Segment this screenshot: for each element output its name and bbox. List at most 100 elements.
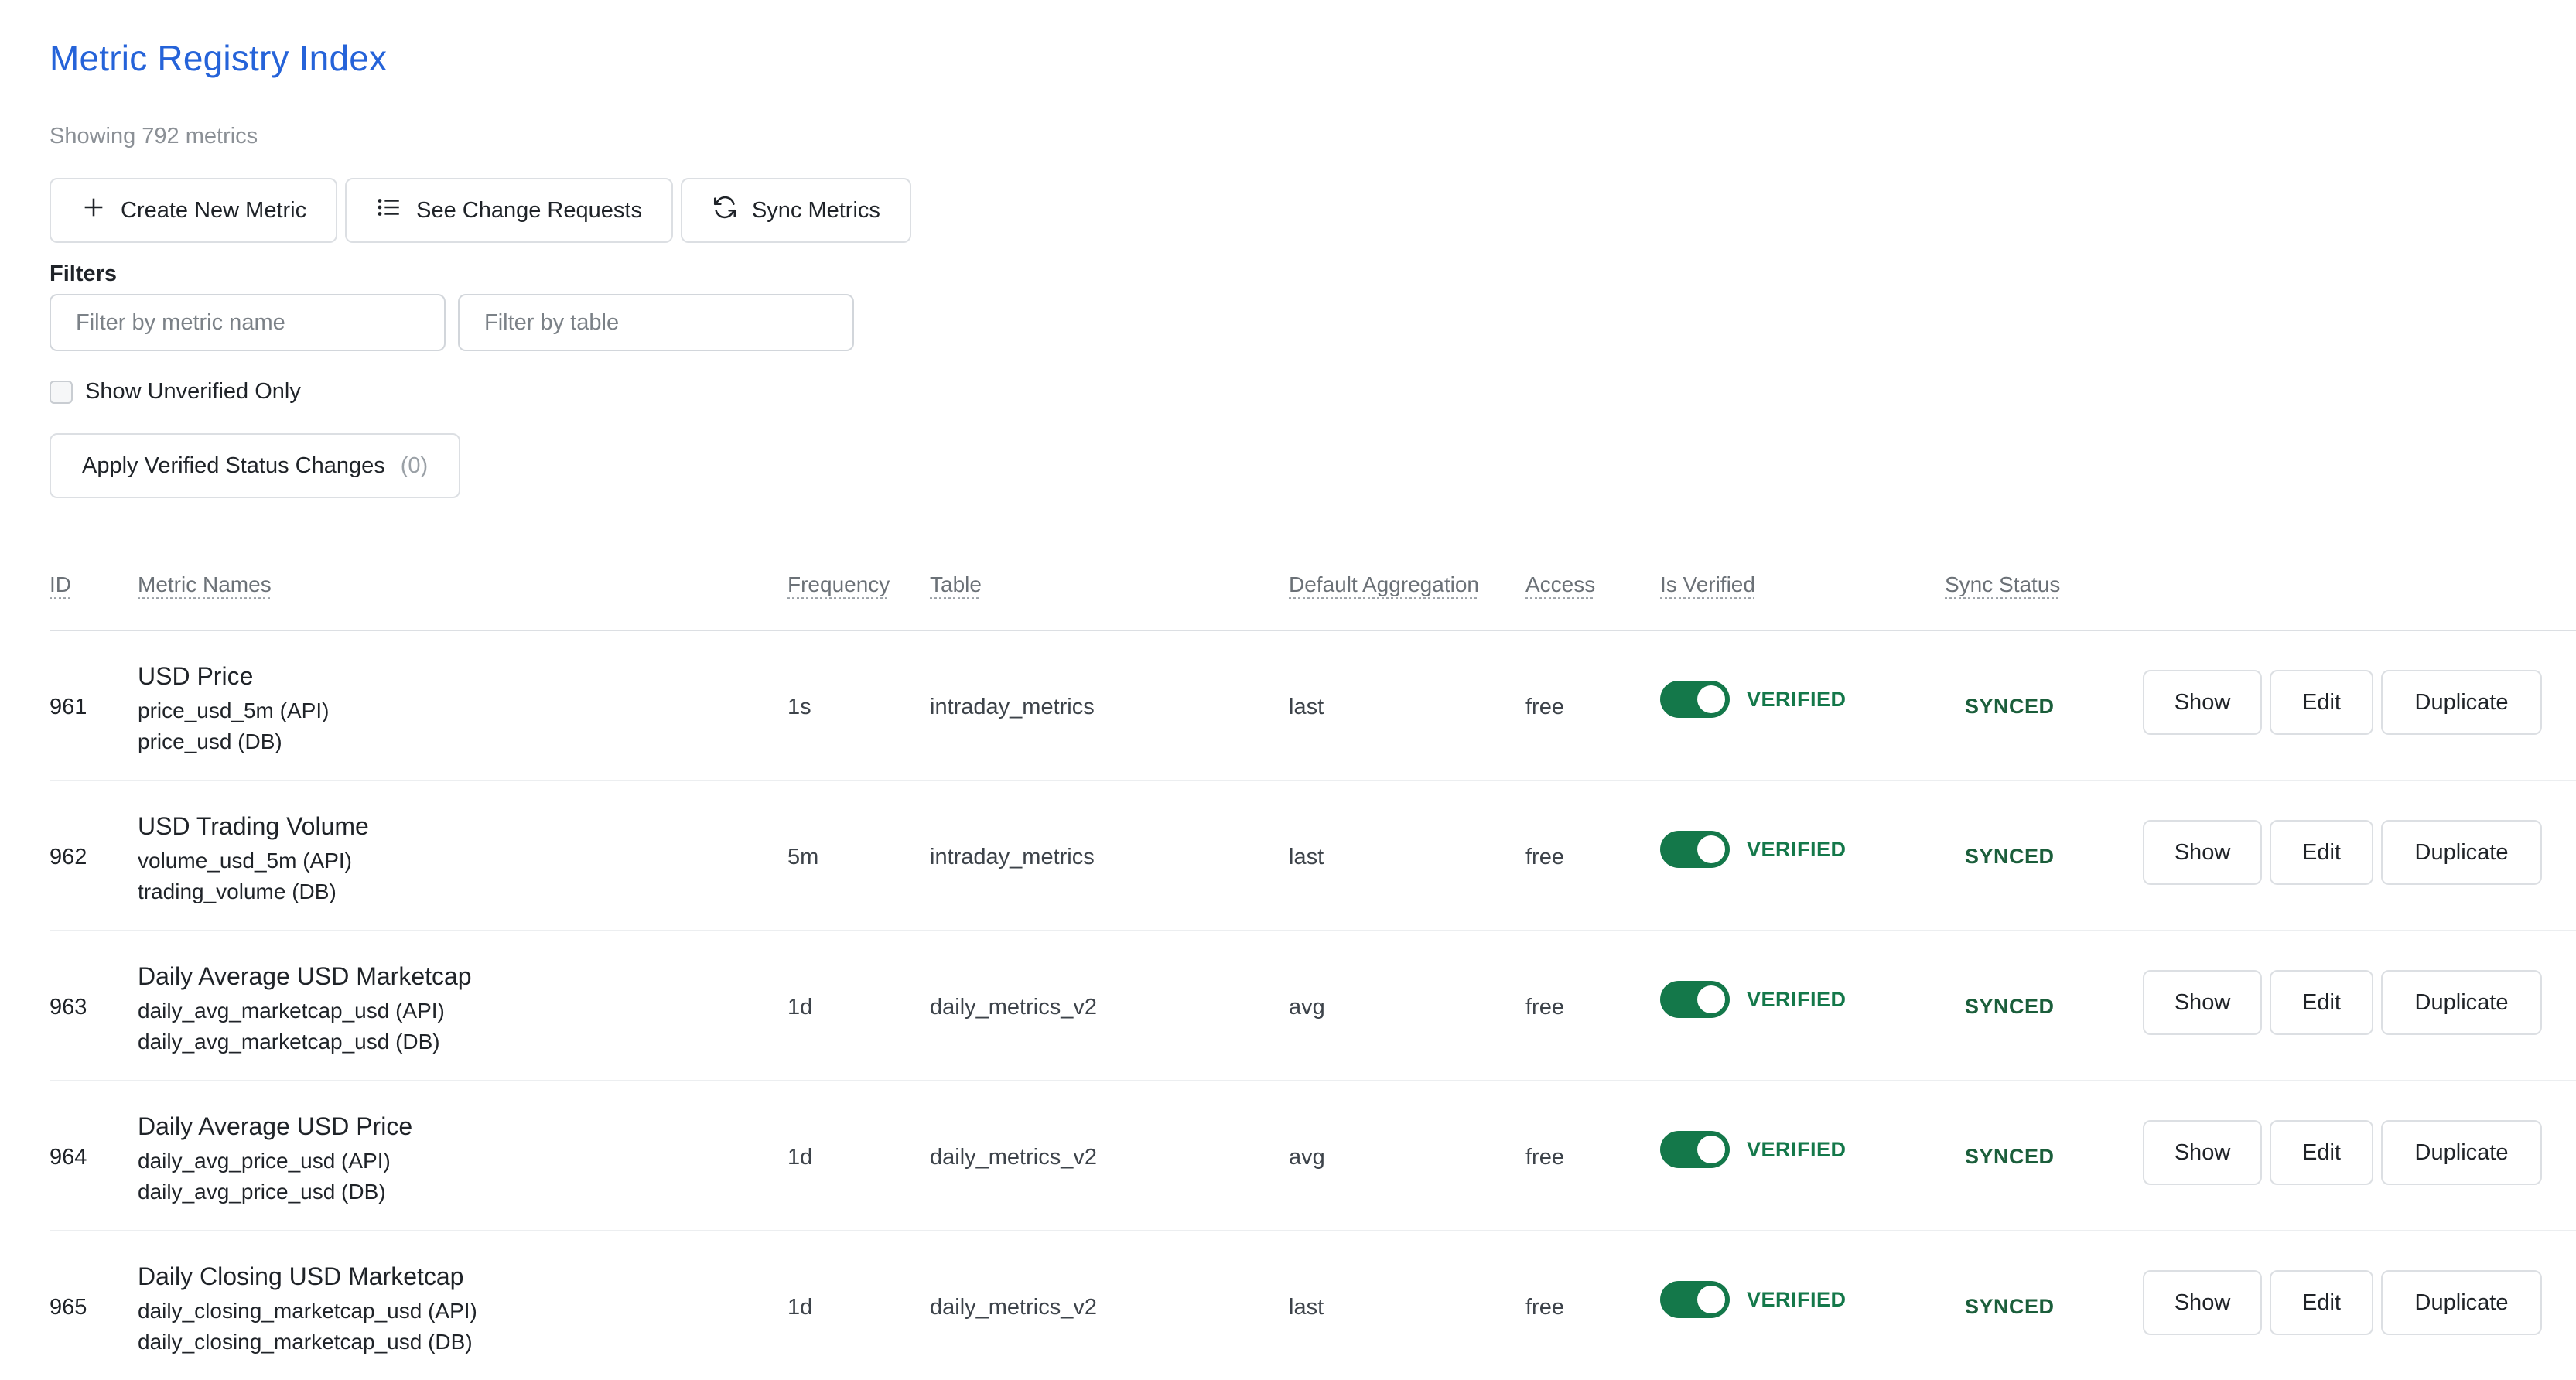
row-actions: Show Edit Duplicate (2143, 1120, 2542, 1185)
metric-table: daily_metrics_v2 (930, 1295, 1097, 1320)
table-filter-input[interactable] (458, 294, 854, 351)
verified-toggle[interactable] (1660, 981, 1730, 1018)
header-frequency[interactable]: Frequency (787, 572, 890, 597)
table-row: 962 USD Trading Volume volume_usd_5m (AP… (50, 780, 2576, 931)
metric-display-name: Daily Average USD Price (138, 1112, 413, 1140)
verified-label: VERIFIED (1747, 1137, 1847, 1161)
metric-id: 961 (50, 695, 87, 719)
metric-frequency: 1d (787, 1295, 813, 1320)
metric-display-name: USD Trading Volume (138, 812, 369, 840)
row-actions: Show Edit Duplicate (2143, 670, 2542, 735)
duplicate-button[interactable]: Duplicate (2381, 820, 2542, 885)
verified-toggle[interactable] (1660, 831, 1730, 868)
metric-api-name: price_usd_5m (API) (138, 699, 330, 722)
metric-access: free (1525, 695, 1564, 719)
table-header: ID Metric Names Frequency Table Default … (50, 572, 2576, 631)
duplicate-button[interactable]: Duplicate (2381, 1270, 2542, 1335)
metric-name-filter-input[interactable] (50, 294, 446, 351)
verified-toggle[interactable] (1660, 1131, 1730, 1168)
table-row: 963 Daily Average USD Marketcap daily_av… (50, 930, 2576, 1081)
metric-db-name: daily_avg_price_usd (DB) (138, 1180, 386, 1204)
verified-control: VERIFIED (1660, 981, 1847, 1018)
metric-access: free (1525, 845, 1564, 869)
header-id[interactable]: ID (50, 572, 71, 597)
duplicate-button[interactable]: Duplicate (2381, 670, 2542, 735)
create-metric-button[interactable]: Create New Metric (50, 178, 338, 243)
change-requests-button[interactable]: See Change Requests (345, 178, 673, 243)
apply-verified-changes-label: Apply Verified Status Changes (82, 453, 385, 478)
show-button[interactable]: Show (2143, 670, 2262, 735)
metric-api-name: daily_closing_marketcap_usd (API) (138, 1299, 477, 1323)
metric-names: Daily Average USD Price daily_avg_price_… (138, 1112, 412, 1208)
verified-toggle[interactable] (1660, 681, 1730, 718)
metric-frequency: 5m (787, 845, 819, 869)
metric-aggregation: last (1289, 1295, 1324, 1320)
row-actions: Show Edit Duplicate (2143, 970, 2542, 1035)
metric-api-name: daily_avg_marketcap_usd (API) (138, 999, 445, 1023)
verified-label: VERIFIED (1747, 837, 1847, 861)
metric-table: intraday_metrics (930, 845, 1095, 869)
header-sync-status[interactable]: Sync Status (1945, 572, 2060, 597)
metric-db-name: daily_avg_marketcap_usd (DB) (138, 1030, 440, 1054)
sync-metrics-button[interactable]: Sync Metrics (680, 178, 911, 243)
duplicate-button[interactable]: Duplicate (2381, 970, 2542, 1035)
metric-access: free (1525, 1145, 1564, 1170)
filters-label: Filters (50, 261, 118, 286)
duplicate-button[interactable]: Duplicate (2381, 1120, 2542, 1185)
show-button[interactable]: Show (2143, 820, 2262, 885)
verified-label: VERIFIED (1747, 1287, 1847, 1311)
row-actions: Show Edit Duplicate (2143, 820, 2542, 885)
sync-status: SYNCED (1965, 995, 2055, 1018)
metric-aggregation: avg (1289, 995, 1325, 1020)
metric-aggregation: avg (1289, 1145, 1325, 1170)
apply-verified-changes-button[interactable]: Apply Verified Status Changes (0) (50, 433, 461, 498)
show-button[interactable]: Show (2143, 1270, 2262, 1335)
metric-id: 965 (50, 1295, 87, 1320)
refresh-icon (712, 194, 738, 227)
unverified-only-checkbox[interactable] (50, 380, 73, 404)
sync-status: SYNCED (1965, 1145, 2055, 1168)
verified-control: VERIFIED (1660, 831, 1847, 868)
unverified-only-label: Show Unverified Only (85, 379, 301, 404)
header-is-verified[interactable]: Is Verified (1660, 572, 1755, 597)
header-default-aggregation[interactable]: Default Aggregation (1289, 572, 1479, 597)
edit-button[interactable]: Edit (2270, 1270, 2373, 1335)
table-row: 965 Daily Closing USD Marketcap daily_cl… (50, 1230, 2576, 1380)
page-title: Metric Registry Index (50, 38, 388, 78)
edit-button[interactable]: Edit (2270, 820, 2373, 885)
create-metric-label: Create New Metric (121, 197, 307, 223)
metric-api-name: volume_usd_5m (API) (138, 849, 353, 873)
verified-control: VERIFIED (1660, 1281, 1847, 1318)
list-icon (376, 194, 402, 227)
header-metric-names[interactable]: Metric Names (138, 572, 272, 597)
sync-status: SYNCED (1965, 695, 2055, 718)
toolbar: Create New Metric See Change Requests Sy… (50, 178, 911, 243)
pending-changes-count: (0) (400, 453, 429, 478)
sync-metrics-label: Sync Metrics (751, 197, 880, 223)
edit-button[interactable]: Edit (2270, 970, 2373, 1035)
metric-display-name: Daily Closing USD Marketcap (138, 1262, 464, 1290)
edit-button[interactable]: Edit (2270, 670, 2373, 735)
verified-toggle[interactable] (1660, 1281, 1730, 1318)
unverified-only-option[interactable]: Show Unverified Only (50, 379, 301, 405)
sync-status: SYNCED (1965, 845, 2055, 868)
header-table[interactable]: Table (930, 572, 982, 597)
metric-api-name: daily_avg_price_usd (API) (138, 1149, 391, 1173)
metric-table: daily_metrics_v2 (930, 1145, 1097, 1170)
show-button[interactable]: Show (2143, 1120, 2262, 1185)
sync-status: SYNCED (1965, 1295, 2055, 1318)
metric-access: free (1525, 1295, 1564, 1320)
metric-table: daily_metrics_v2 (930, 995, 1097, 1020)
edit-button[interactable]: Edit (2270, 1120, 2373, 1185)
row-actions: Show Edit Duplicate (2143, 1270, 2542, 1335)
metric-frequency: 1d (787, 995, 813, 1020)
header-access[interactable]: Access (1525, 572, 1595, 597)
table-row: 964 Daily Average USD Price daily_avg_pr… (50, 1080, 2576, 1231)
metric-db-name: price_usd (DB) (138, 729, 282, 753)
metric-db-name: trading_volume (DB) (138, 880, 337, 903)
metric-registry-page: Metric Registry Index Showing 792 metric… (0, 0, 2576, 1378)
metric-count: Showing 792 metrics (50, 124, 258, 149)
verified-control: VERIFIED (1660, 1131, 1847, 1168)
show-button[interactable]: Show (2143, 970, 2262, 1035)
metric-id: 963 (50, 995, 87, 1020)
